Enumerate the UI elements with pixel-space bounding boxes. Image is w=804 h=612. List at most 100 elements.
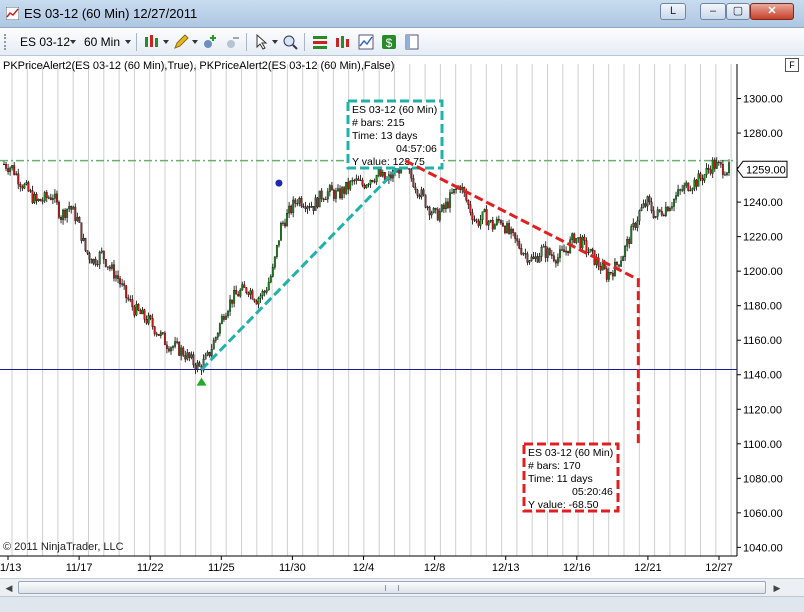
candle-body: [119, 278, 122, 285]
cursor-icon[interactable]: [254, 33, 272, 51]
candle-body: [544, 245, 547, 258]
instrument-dropdown-icon[interactable]: [70, 40, 76, 44]
bar-type-dropdown-icon[interactable]: [163, 40, 169, 44]
cursor-dropdown-icon[interactable]: [272, 40, 278, 44]
add-indicator-icon[interactable]: [201, 33, 219, 51]
candle-body: [664, 206, 667, 216]
scroll-thumb[interactable]: [18, 581, 766, 594]
candle-body: [656, 209, 659, 217]
candle-body: [471, 212, 474, 220]
candle-body: [634, 222, 637, 228]
candle-body: [548, 248, 551, 255]
chart-properties-icon[interactable]: [357, 33, 375, 51]
candle-body: [106, 266, 109, 268]
candle-body: [624, 246, 627, 257]
candle-body: [428, 206, 431, 216]
interval-selector[interactable]: 60 Min: [84, 35, 120, 49]
candle-body: [47, 197, 50, 199]
candle-body: [489, 219, 492, 222]
candle-body: [263, 291, 266, 293]
candle-body: [265, 289, 268, 293]
candle-body: [353, 180, 356, 182]
bar-type-icon[interactable]: [143, 33, 161, 51]
candle-body: [642, 203, 645, 208]
candle-body: [11, 165, 14, 169]
template-icon[interactable]: [403, 33, 421, 51]
order-dollar-icon[interactable]: $: [380, 33, 398, 51]
candle-body: [92, 258, 95, 264]
candle-body: [318, 190, 321, 208]
candle-body: [587, 251, 590, 254]
f-button[interactable]: F: [785, 58, 799, 72]
candle-body: [225, 315, 227, 320]
candle-body: [475, 219, 478, 222]
candle-body: [102, 250, 105, 260]
candle-body: [39, 198, 42, 202]
candle-body: [673, 199, 675, 207]
candle-body: [728, 162, 730, 173]
up-measure-label: Time: 13 days: [352, 130, 418, 142]
drawing-pencil-icon[interactable]: [172, 33, 190, 51]
candle-body: [304, 206, 307, 210]
candle-body: [186, 352, 189, 360]
scroll-right-arrow-icon[interactable]: ▶: [770, 582, 784, 594]
candle-body: [267, 281, 270, 291]
candle-body: [579, 237, 582, 249]
close-button[interactable]: ✕: [750, 3, 794, 20]
candle-body: [237, 294, 240, 297]
candle-body: [666, 206, 669, 212]
candle-body: [239, 289, 242, 297]
drawing-dropdown-icon[interactable]: [192, 40, 198, 44]
candle-body: [286, 212, 289, 227]
candle-body: [703, 174, 706, 181]
candle-body: [271, 267, 274, 277]
candle-body: [45, 192, 48, 198]
candle-body: [257, 298, 260, 305]
price-tick-label: 1180.00: [743, 301, 782, 313]
candle-body: [208, 351, 211, 356]
candle-body: [518, 240, 521, 249]
candle-body: [559, 249, 561, 258]
candle-body: [646, 196, 649, 207]
candle-body: [196, 362, 199, 370]
remove-indicator-icon[interactable]: [224, 33, 242, 51]
candle-body: [143, 309, 146, 320]
horizontal-scrollbar[interactable]: ◀ ▶: [0, 578, 804, 596]
instrument-selector[interactable]: ES 03-12: [20, 35, 70, 49]
down-measure-label: 05:20:46: [572, 486, 613, 498]
strategy-icon[interactable]: [311, 33, 329, 51]
candle-body: [131, 299, 134, 308]
candle-body: [589, 248, 592, 253]
data-series-icon[interactable]: [334, 33, 352, 51]
candle-body: [660, 211, 663, 216]
candle-body: [300, 198, 303, 207]
candle-body: [129, 299, 132, 301]
candle-body: [337, 188, 339, 191]
interval-dropdown-icon[interactable]: [125, 40, 131, 44]
candle-body: [365, 184, 368, 189]
zoom-icon[interactable]: [281, 33, 299, 51]
toolbar-grip[interactable]: [4, 34, 9, 50]
candle-body: [719, 162, 722, 165]
candle-body: [573, 233, 576, 243]
candle-body: [108, 266, 111, 269]
candle-body: [726, 172, 728, 175]
scroll-left-arrow-icon[interactable]: ◀: [2, 582, 16, 594]
candle-body: [721, 164, 724, 175]
candle-body: [165, 344, 168, 349]
candle-body: [104, 259, 107, 267]
candle-body: [157, 334, 160, 336]
candle-body: [64, 209, 67, 218]
candle-body: [536, 256, 539, 263]
price-chart[interactable]: 1040.00 1060.00 1080.00 1100.00 1120.00 1140.…: [0, 56, 804, 578]
candle-body: [412, 178, 415, 188]
candle-body: [616, 261, 618, 265]
candle-body: [222, 316, 225, 320]
maximize-button[interactable]: ▢: [726, 3, 750, 20]
minimize-button[interactable]: –: [700, 3, 726, 20]
candle-body: [607, 272, 610, 280]
candle-body: [198, 362, 201, 367]
candle-body: [210, 349, 213, 356]
link-button[interactable]: L: [660, 3, 686, 20]
candle-body: [357, 178, 360, 181]
